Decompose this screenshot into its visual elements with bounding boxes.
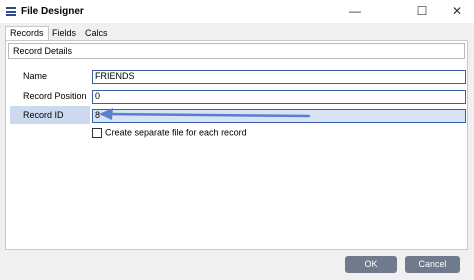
cancel-button[interactable]: Cancel: [405, 256, 460, 273]
pointer-arrow-icon: [99, 108, 311, 120]
ok-button[interactable]: OK: [345, 256, 397, 273]
